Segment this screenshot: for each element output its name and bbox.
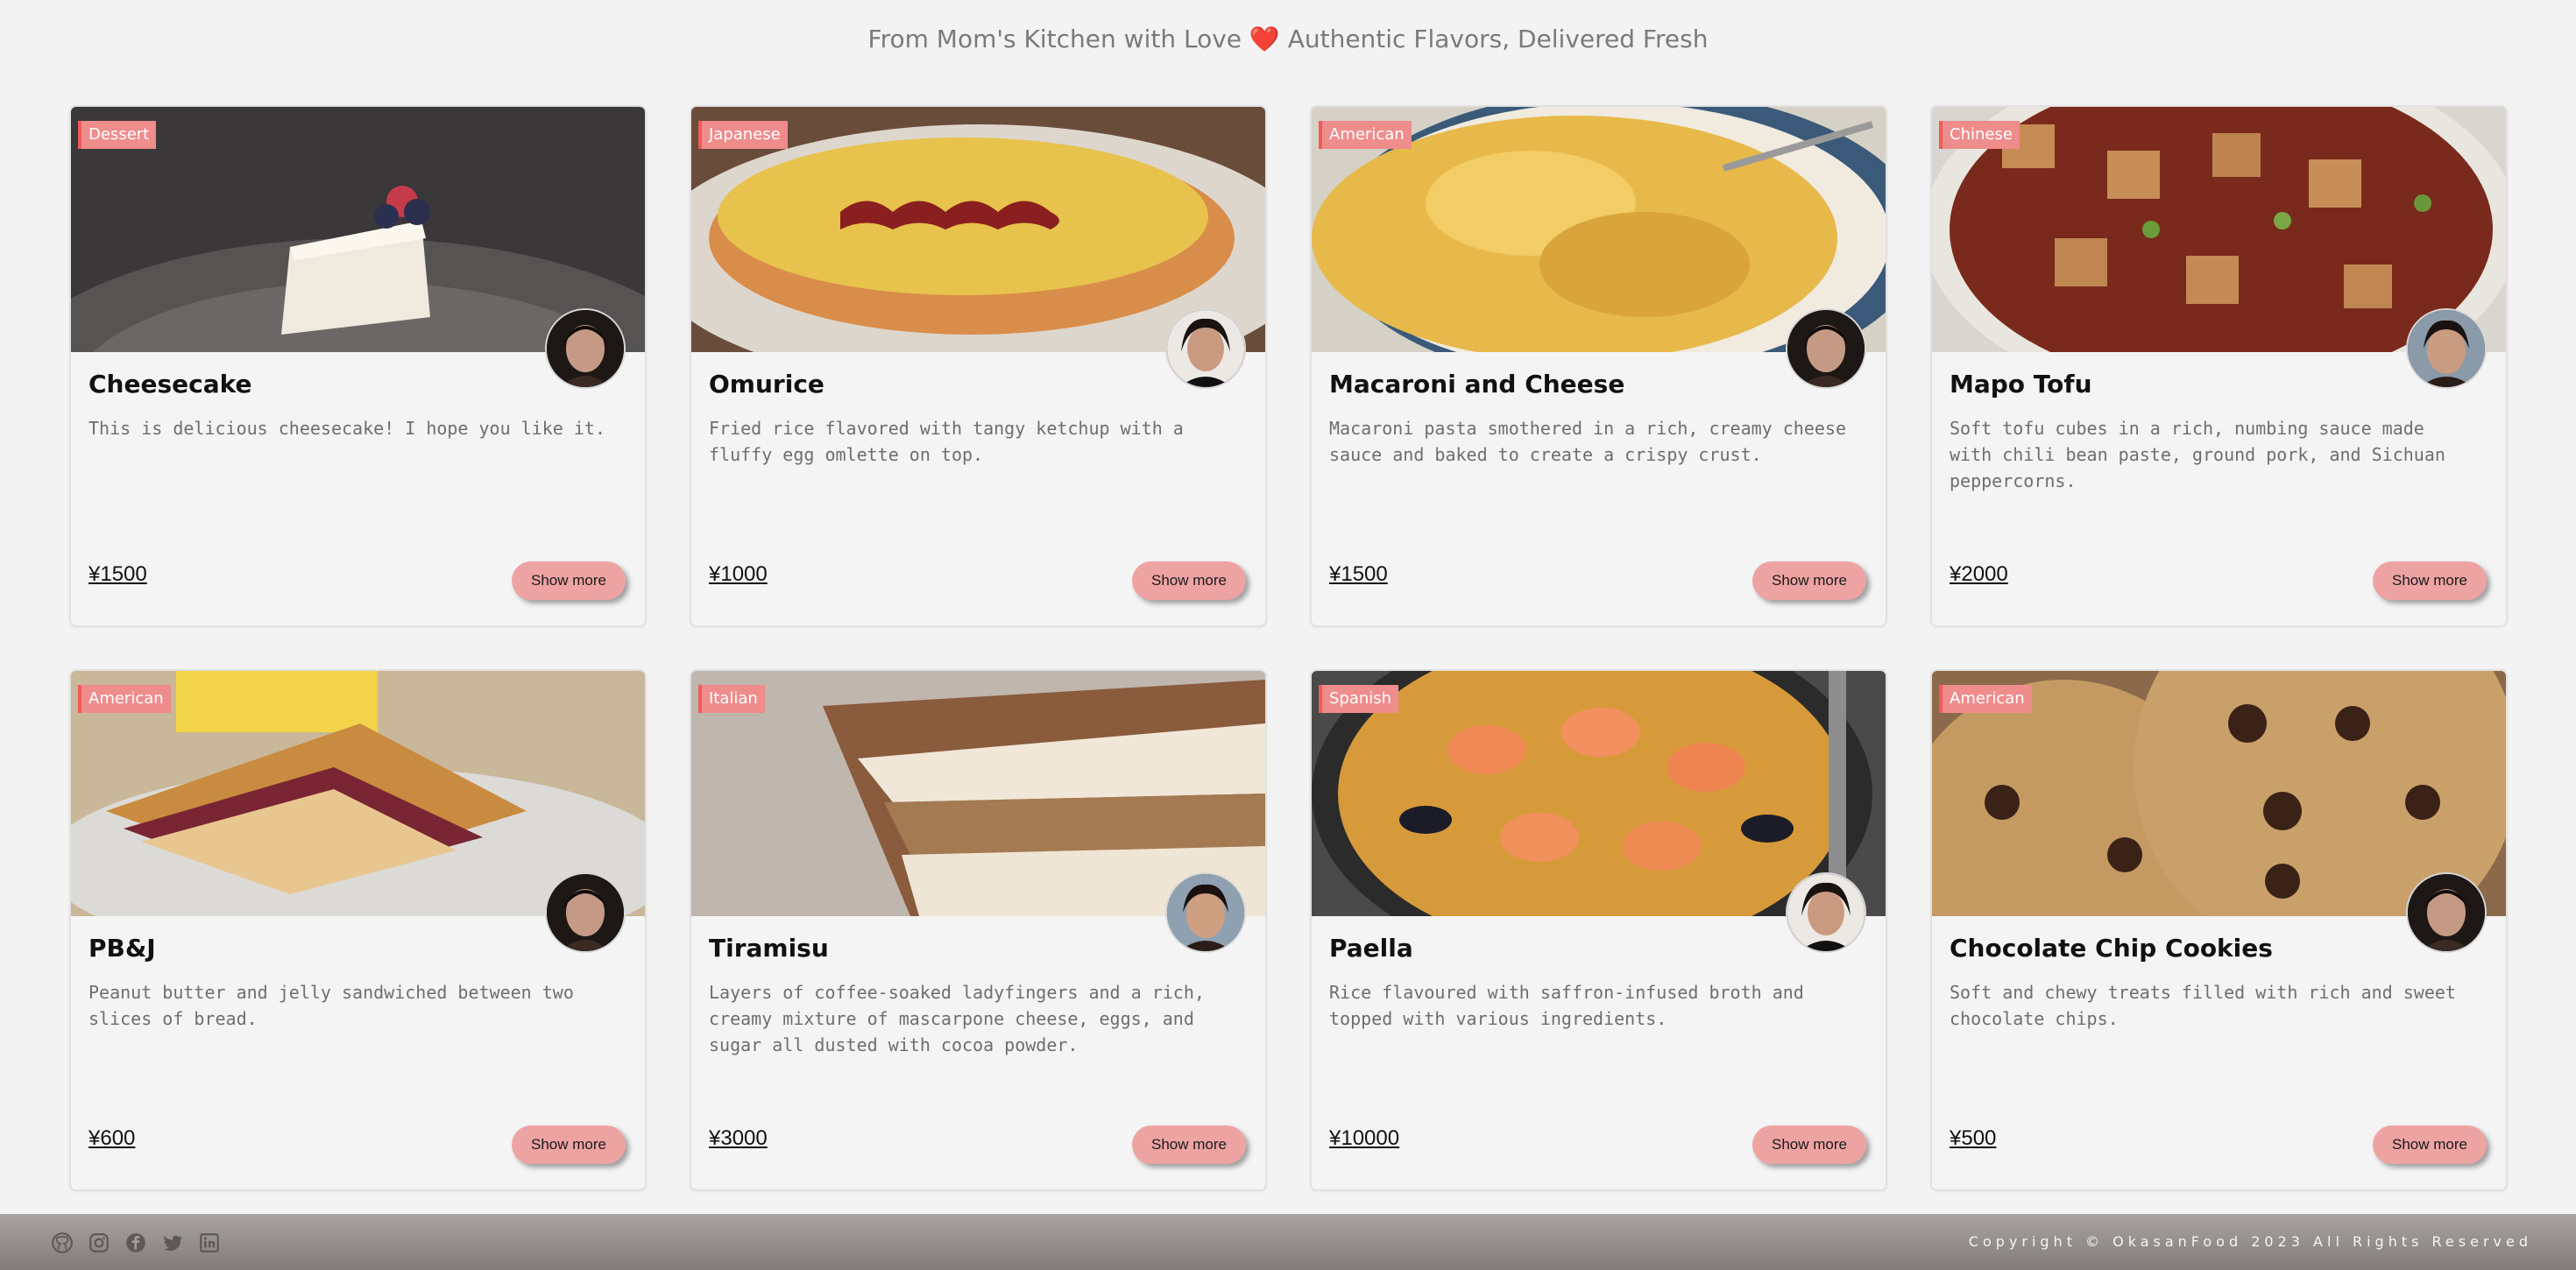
dish-description: Rice flavoured with saffron-infused brot… (1329, 982, 1804, 1029)
dish-description: Peanut butter and jelly sandwiched betwe… (88, 982, 574, 1029)
github-icon[interactable] (51, 1231, 74, 1254)
dish-price: ¥3000 (709, 1126, 768, 1150)
show-more-button[interactable]: Show more (1752, 1125, 1866, 1164)
recipe-card[interactable]: Japanese Omurice Fried rice flavored wit… (690, 105, 1267, 627)
dish-price: ¥1500 (88, 562, 147, 586)
chef-avatar (545, 872, 626, 953)
dish-image[interactable]: American (71, 671, 645, 916)
chef-avatar (1165, 872, 1246, 953)
dish-title: Cheesecake (88, 370, 252, 399)
category-badge: Chinese (1939, 121, 2020, 149)
recipe-grid: Dessert Cheesecake This is delicious che… (69, 105, 2508, 1191)
dish-title: Chocolate Chip Cookies (1950, 934, 2273, 963)
linkedin-icon[interactable] (198, 1231, 221, 1254)
dish-image[interactable]: Spanish (1312, 671, 1886, 916)
category-badge: Italian (698, 685, 765, 713)
dish-description: This is delicious cheesecake! I hope you… (88, 418, 606, 439)
dish-description: Soft tofu cubes in a rich, numbing sauce… (1950, 418, 2445, 491)
category-badge: Spanish (1319, 685, 1399, 713)
twitter-icon[interactable] (161, 1231, 184, 1254)
footer: Copyright © OkasanFood 2023 All Rights R… (0, 1214, 2576, 1270)
dish-image[interactable]: Chinese (1932, 107, 2506, 352)
dish-description: Layers of coffee-soaked ladyfingers and … (709, 982, 1205, 1055)
show-more-button[interactable]: Show more (1752, 561, 1866, 600)
heart-icon: ❤️ (1249, 25, 1280, 53)
recipe-card[interactable]: American PB&J Peanut butter and jelly sa… (69, 669, 647, 1191)
show-more-button[interactable]: Show more (512, 561, 626, 600)
dish-description: Soft and chewy treats filled with rich a… (1950, 982, 2456, 1029)
dish-title: PB&J (88, 934, 156, 963)
show-more-button[interactable]: Show more (2373, 1125, 2487, 1164)
recipe-card[interactable]: Chinese Mapo Tofu Soft tofu cubes in a r… (1930, 105, 2508, 627)
chef-avatar (1786, 308, 1866, 389)
dish-title: Mapo Tofu (1950, 370, 2092, 399)
chef-avatar (1786, 872, 1866, 953)
chef-avatar (545, 308, 626, 389)
chef-avatar (2406, 308, 2487, 389)
show-more-button[interactable]: Show more (512, 1125, 626, 1164)
recipe-card[interactable]: Spanish Paella Rice flavoured with saffr… (1310, 669, 1887, 1191)
tagline-text-end: Authentic Flavors, Delivered Fresh (1279, 25, 1709, 53)
category-badge: Dessert (78, 121, 157, 149)
dish-price: ¥500 (1950, 1126, 1997, 1150)
dish-price: ¥1500 (1329, 562, 1388, 586)
chef-avatar (1165, 308, 1246, 389)
dish-price: ¥600 (88, 1126, 136, 1150)
social-links (51, 1231, 221, 1254)
dish-description: Macaroni pasta smothered in a rich, crea… (1329, 418, 1847, 465)
dish-image[interactable]: Italian (691, 671, 1265, 916)
copyright-text: Copyright © OkasanFood 2023 All Rights R… (1968, 1233, 2532, 1250)
category-badge: Japanese (698, 121, 788, 149)
dish-price: ¥2000 (1950, 562, 2008, 586)
show-more-button[interactable]: Show more (1132, 1125, 1246, 1164)
dish-image[interactable]: Dessert (71, 107, 645, 352)
recipe-card[interactable]: Dessert Cheesecake This is delicious che… (69, 105, 647, 627)
category-badge: American (1939, 685, 2032, 713)
dish-title: Tiramisu (709, 934, 829, 963)
category-badge: American (1319, 121, 1412, 149)
dish-title: Omurice (709, 370, 824, 399)
dish-image[interactable]: American (1932, 671, 2506, 916)
dish-description: Fried rice flavored with tangy ketchup w… (709, 418, 1184, 465)
facebook-icon[interactable] (124, 1231, 147, 1254)
tagline-text-start: From Mom's Kitchen with Love (867, 25, 1249, 53)
show-more-button[interactable]: Show more (1132, 561, 1246, 600)
recipe-card[interactable]: American Macaroni and Cheese Macaroni pa… (1310, 105, 1887, 627)
category-badge: American (78, 685, 171, 713)
dish-title: Macaroni and Cheese (1329, 370, 1625, 399)
page-tagline: From Mom's Kitchen with Love ❤️ Authenti… (0, 21, 2576, 58)
dish-price: ¥1000 (709, 562, 768, 586)
dish-title: Paella (1329, 934, 1413, 963)
recipe-card[interactable]: Italian Tiramisu Layers of coffee-soaked… (690, 669, 1267, 1191)
instagram-icon[interactable] (88, 1231, 110, 1254)
dish-image[interactable]: American (1312, 107, 1886, 352)
dish-price: ¥10000 (1329, 1126, 1400, 1150)
dish-image[interactable]: Japanese (691, 107, 1265, 352)
chef-avatar (2406, 872, 2487, 953)
show-more-button[interactable]: Show more (2373, 561, 2487, 600)
recipe-card[interactable]: American Chocolate Chip Cookies Soft and… (1930, 669, 2508, 1191)
